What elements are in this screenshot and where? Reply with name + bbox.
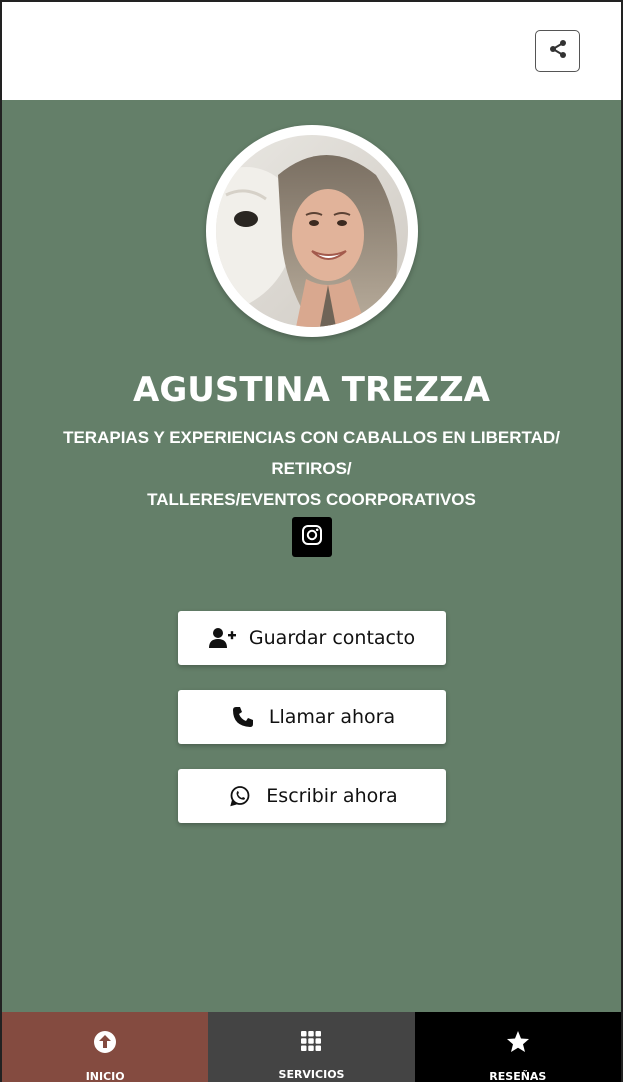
nav-home[interactable]: INICIO bbox=[2, 1012, 209, 1082]
share-button[interactable] bbox=[535, 30, 580, 72]
arrow-up-circle-icon bbox=[93, 1030, 117, 1058]
top-bar bbox=[2, 2, 621, 100]
save-contact-label: Guardar contacto bbox=[248, 627, 416, 649]
call-now-label: Llamar ahora bbox=[268, 706, 396, 728]
instagram-link[interactable] bbox=[292, 517, 332, 557]
user-plus-icon bbox=[208, 626, 237, 650]
nav-reviews[interactable]: RESEÑAS bbox=[414, 1012, 621, 1082]
profile-section: AGUSTINA TREZZA TERAPIAS Y EXPERIENCIAS … bbox=[2, 100, 621, 1012]
nav-services[interactable]: SERVICIOS bbox=[208, 1012, 415, 1082]
phone-icon bbox=[229, 705, 257, 729]
nav-home-label: INICIO bbox=[85, 1070, 125, 1082]
avatar bbox=[216, 135, 408, 327]
bottom-nav: INICIO SERVICIOS RESEÑAS bbox=[2, 1012, 621, 1082]
share-icon bbox=[548, 39, 568, 63]
star-icon bbox=[506, 1030, 530, 1058]
nav-services-label: SERVICIOS bbox=[278, 1068, 345, 1081]
call-now-button[interactable]: Llamar ahora bbox=[178, 690, 446, 744]
save-contact-button[interactable]: Guardar contacto bbox=[178, 611, 446, 665]
profile-name: AGUSTINA TREZZA bbox=[133, 370, 490, 410]
avatar-frame bbox=[206, 125, 418, 337]
grid-icon bbox=[300, 1030, 322, 1056]
instagram-icon bbox=[301, 524, 323, 550]
subtitle-line-1: TERAPIAS Y EXPERIENCIAS CON CABALLOS EN … bbox=[63, 428, 560, 478]
write-now-label: Escribir ahora bbox=[266, 785, 398, 807]
whatsapp-icon bbox=[226, 784, 254, 808]
write-now-button[interactable]: Escribir ahora bbox=[178, 769, 446, 823]
profile-subtitle: TERAPIAS Y EXPERIENCIAS CON CABALLOS EN … bbox=[22, 422, 601, 515]
nav-reviews-label: RESEÑAS bbox=[489, 1070, 547, 1082]
page-frame: AGUSTINA TREZZA TERAPIAS Y EXPERIENCIAS … bbox=[0, 0, 623, 1082]
subtitle-line-2: TALLERES/EVENTOS COORPORATIVOS bbox=[147, 490, 476, 509]
